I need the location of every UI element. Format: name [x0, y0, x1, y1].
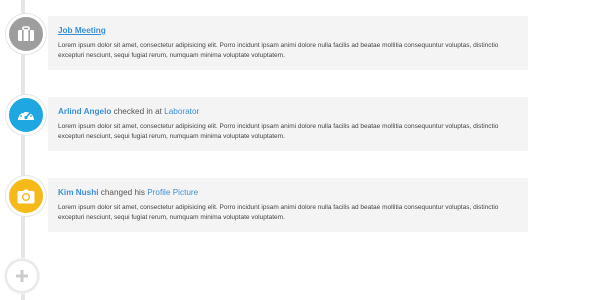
action-text: changed his [98, 188, 148, 197]
card-body: Lorem ipsum dolor sit amet, consectetur … [58, 204, 499, 221]
user-link-arlind-angelo[interactable]: Arlind Angelo [58, 107, 111, 116]
card-title: Arlind Angelo checked in at Laborator [58, 106, 518, 117]
card-title: Job Meeting [58, 25, 518, 36]
profile-picture-link[interactable]: Profile Picture [147, 188, 198, 197]
timeline-card-2: Arlind Angelo checked in at Laborator Lo… [48, 97, 528, 151]
briefcase-icon [18, 26, 34, 41]
dashboard-icon [18, 110, 34, 120]
user-link-kim-nushi[interactable]: Kim Nushi [58, 188, 99, 197]
camera-icon [17, 189, 35, 203]
location-link-laborator[interactable]: Laborator [164, 107, 199, 116]
activity-timeline: Job Meeting Lorem ipsum dolor sit amet, … [0, 0, 590, 300]
plus-icon [16, 270, 28, 282]
card-body: Lorem ipsum dolor sit amet, consectetur … [58, 42, 499, 59]
job-meeting-link[interactable]: Job Meeting [58, 26, 106, 35]
camera-icon-node [6, 176, 46, 216]
add-entry-button[interactable] [5, 259, 39, 293]
timeline-card-1: Job Meeting Lorem ipsum dolor sit amet, … [48, 16, 528, 70]
timeline-card-3: Kim Nushi changed his Profile Picture Lo… [48, 178, 528, 232]
card-body: Lorem ipsum dolor sit amet, consectetur … [58, 123, 499, 140]
dashboard-icon-node [6, 95, 46, 135]
card-title: Kim Nushi changed his Profile Picture [58, 187, 518, 198]
action-text: checked in at [111, 107, 165, 116]
briefcase-icon-node [6, 14, 46, 54]
